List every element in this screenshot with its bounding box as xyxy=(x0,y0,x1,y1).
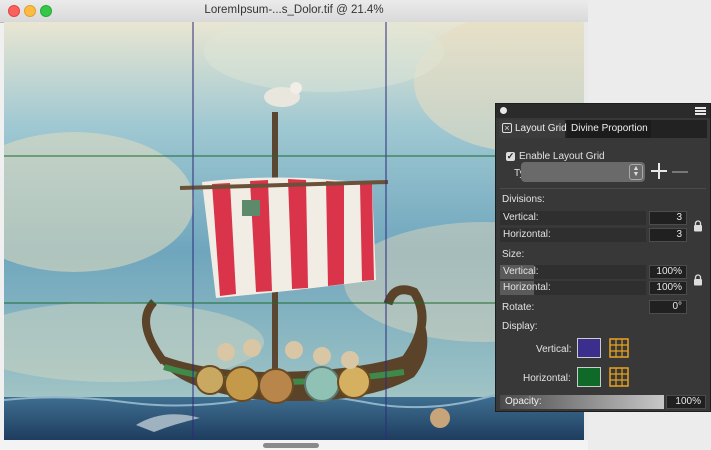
panel-tabs: × Layout Grid Divine Proportion xyxy=(499,120,707,138)
size-horizontal-label: Horizontal: xyxy=(503,282,551,293)
size-label: Size: xyxy=(502,249,525,260)
stepper-icon: ▲ ▼ xyxy=(629,164,643,180)
lock-icon[interactable] xyxy=(693,274,703,286)
size-vertical-input[interactable]: 100% xyxy=(649,265,687,279)
vertical-color-swatch[interactable] xyxy=(577,338,601,358)
window-title: LoremIpsum-...s_Dolor.tif @ 21.4% xyxy=(204,4,384,16)
rotate-input[interactable]: 0° xyxy=(649,300,687,314)
menu-icon[interactable] xyxy=(695,107,706,115)
enable-layout-grid-checkbox[interactable]: ✓ xyxy=(506,152,515,161)
panel-close-icon[interactable] xyxy=(500,107,507,114)
panel-header[interactable] xyxy=(496,104,710,118)
divisions-horizontal-label: Horizontal: xyxy=(503,229,551,240)
opacity-input[interactable]: 100% xyxy=(666,395,706,409)
plus-icon[interactable] xyxy=(650,162,668,180)
horizontal-scrollbar[interactable] xyxy=(0,440,588,450)
display-vertical-label: Vertical: xyxy=(536,344,572,355)
size-vertical-label: Vertical: xyxy=(503,266,539,277)
layout-grid-panel: × Layout Grid Divine Proportion ✓ Enable… xyxy=(495,103,711,412)
rotate-label: Rotate: xyxy=(502,302,535,313)
divisions-vertical-label: Vertical: xyxy=(503,212,539,223)
tab-divine-proportion-label: Divine Proportion xyxy=(571,123,648,134)
divisions-horizontal-input[interactable]: 3 xyxy=(649,228,687,242)
lock-icon[interactable] xyxy=(693,220,703,232)
type-select[interactable]: ▲ ▼ xyxy=(521,162,645,182)
opacity-slider[interactable]: Opacity: xyxy=(500,395,664,409)
horizontal-scroll-thumb[interactable] xyxy=(263,443,319,448)
divisions-vertical-input[interactable]: 3 xyxy=(649,211,687,225)
tab-layout-grid[interactable]: × Layout Grid xyxy=(499,120,567,138)
horizontal-color-swatch[interactable] xyxy=(577,367,601,387)
divider xyxy=(500,188,706,189)
grid-icon[interactable] xyxy=(609,338,629,358)
minus-icon[interactable] xyxy=(672,171,688,173)
title-bar[interactable]: LoremIpsum-...s_Dolor.tif @ 21.4% xyxy=(0,0,588,23)
display-horizontal-label: Horizontal: xyxy=(523,373,571,384)
grid-icon[interactable] xyxy=(609,367,629,387)
close-icon[interactable]: × xyxy=(502,123,512,133)
display-label: Display: xyxy=(502,321,538,332)
size-horizontal-input[interactable]: 100% xyxy=(649,281,687,295)
enable-layout-grid-label: Enable Layout Grid xyxy=(519,151,605,162)
divisions-label: Divisions: xyxy=(502,194,545,205)
tab-divine-proportion[interactable]: Divine Proportion xyxy=(567,120,651,138)
opacity-label: Opacity: xyxy=(505,396,542,407)
tab-layout-grid-label: Layout Grid xyxy=(515,123,567,134)
